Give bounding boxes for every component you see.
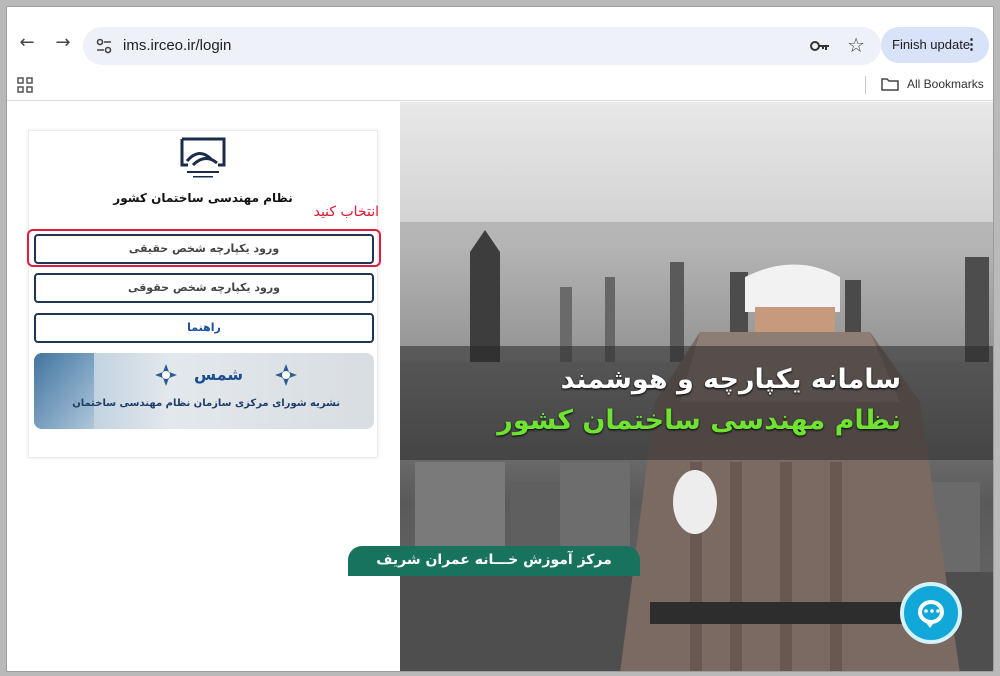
chat-bubble-tail <box>924 620 936 628</box>
hero-banner: سامانه یکپارچه و هوشمند نظام مهندسی ساخت… <box>400 102 993 671</box>
browser-toolbar: ← → ims.irceo.ir/login ☆ Finish update ⋮ <box>7 7 993 71</box>
finish-update-button[interactable]: Finish update ⋮ <box>881 27 989 63</box>
folder-icon <box>881 78 899 91</box>
chat-dots-icon <box>924 609 940 613</box>
finish-update-label: Finish update <box>892 37 971 52</box>
ornament-icon <box>275 364 297 386</box>
hero-title: سامانه یکپارچه و هوشمند <box>560 364 901 395</box>
all-bookmarks-link[interactable]: All Bookmarks <box>907 77 984 91</box>
bookmark-star-icon[interactable]: ☆ <box>847 35 865 55</box>
natural-person-login-button[interactable]: ورود یکپارچه شخص حقیقی <box>34 234 374 264</box>
login-card: نظام مهندسی ساختمان کشور انتخاب کنید ورو… <box>27 130 381 458</box>
shams-title: شمس <box>194 365 244 384</box>
forward-icon[interactable]: → <box>51 31 75 55</box>
address-bar[interactable]: ims.irceo.ir/login ☆ <box>83 27 881 65</box>
hero-subtitle: نظام مهندسی ساختمان کشور <box>497 405 901 436</box>
bookmarks-separator <box>865 76 866 94</box>
guide-button[interactable]: راهنما <box>34 313 374 343</box>
training-center-tab[interactable]: مرکز آموزش خـــانه عمران شریف <box>348 546 640 576</box>
ornament-icon <box>155 364 177 386</box>
select-instruction: انتخاب کنید <box>313 204 379 220</box>
legal-person-login-button[interactable]: ورود یکپارچه شخص حقوقی <box>34 273 374 303</box>
apps-grid-icon[interactable] <box>17 77 33 93</box>
chat-support-button[interactable] <box>900 582 962 644</box>
site-settings-icon[interactable] <box>95 37 113 55</box>
password-key-icon[interactable] <box>809 37 831 55</box>
back-icon[interactable]: ← <box>15 31 39 55</box>
organization-name: نظام مهندسی ساختمان کشور <box>113 191 293 205</box>
menu-kebab-icon[interactable]: ⋮ <box>964 36 979 54</box>
shams-side-pattern <box>34 353 94 429</box>
shams-banner[interactable]: شمس نشریه شورای مرکزی سازمان نظام مهندسی… <box>34 353 374 429</box>
organization-logo <box>180 137 226 178</box>
bookmarks-bar: All Bookmarks <box>7 71 993 101</box>
page-content: سامانه یکپارچه و هوشمند نظام مهندسی ساخت… <box>7 102 993 671</box>
shams-subtitle: نشریه شورای مرکزی سازمان نظام مهندسی ساخ… <box>72 398 340 409</box>
url-text[interactable]: ims.irceo.ir/login <box>123 37 231 54</box>
